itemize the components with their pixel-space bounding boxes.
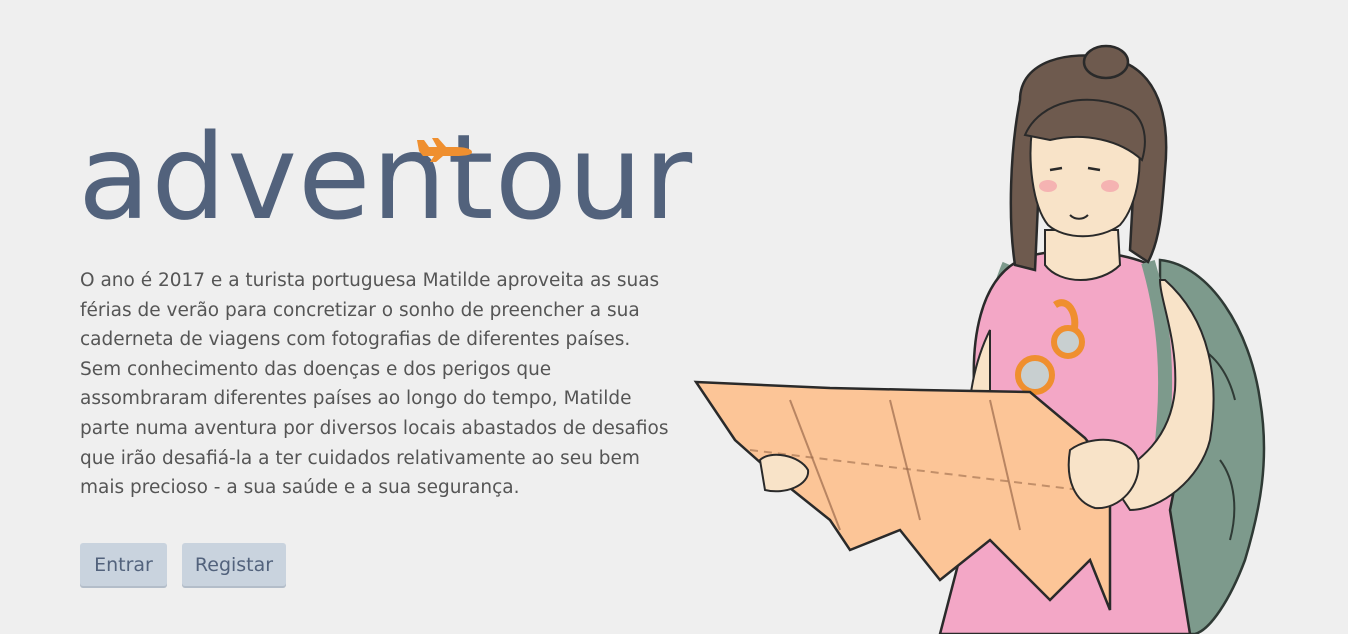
login-button[interactable]: Entrar bbox=[80, 543, 167, 586]
traveler-illustration bbox=[693, 44, 1266, 634]
brand-name: adventour bbox=[78, 108, 694, 246]
plane-icon bbox=[417, 138, 472, 162]
landing-page: adventour O ano é 2017 e a turista portu… bbox=[0, 0, 1348, 634]
brand-logo: adventour bbox=[78, 112, 692, 242]
intro-paragraph: O ano é 2017 e a turista portuguesa Mati… bbox=[80, 270, 669, 499]
register-button[interactable]: Registar bbox=[182, 543, 286, 586]
